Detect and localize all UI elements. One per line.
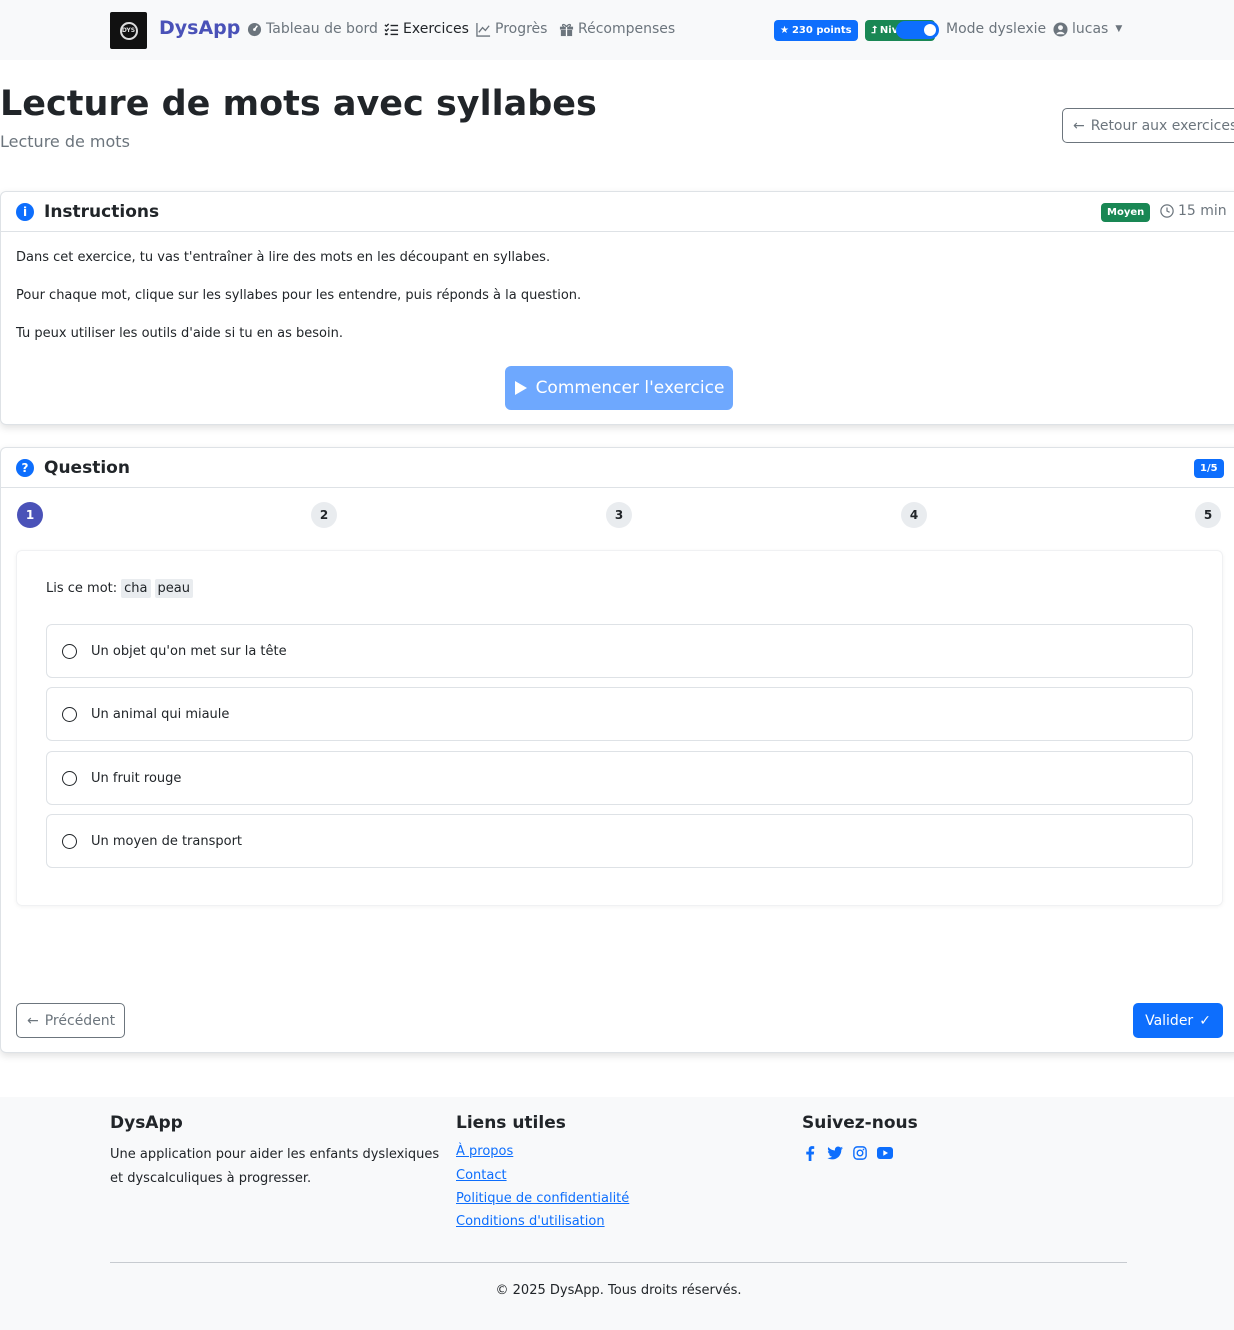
answer-option[interactable]: Un objet qu'on met sur la tête (46, 624, 1193, 678)
question-title: ? Question (16, 458, 130, 478)
brand-name[interactable]: DysApp (159, 17, 240, 39)
nav-item-label: Progrès (495, 21, 548, 37)
facebook-icon[interactable] (802, 1145, 818, 1161)
previous-button-label: Précédent (44, 1012, 116, 1029)
twitter-icon[interactable] (827, 1145, 843, 1161)
user-circle-icon (1053, 21, 1068, 37)
validate-button[interactable]: Valider ✓ (1133, 1003, 1223, 1038)
question-card-header: ? Question 1/5 (1, 448, 1234, 488)
step-3[interactable]: 3 (606, 502, 632, 528)
footer-follow-title: Suivez-nous (802, 1113, 918, 1133)
footer-link-contact[interactable]: Contact (456, 1168, 507, 1183)
page-title: Lecture de mots avec syllabes (0, 84, 597, 124)
instruction-line: Dans cet exercice, tu vas t'entraîner à … (16, 250, 551, 265)
radio-button[interactable] (62, 770, 77, 786)
dashboard-icon (247, 22, 262, 36)
instagram-icon[interactable] (852, 1145, 868, 1161)
play-icon (514, 381, 527, 395)
nav-item-rewards[interactable]: Récompenses (559, 21, 675, 37)
step-2[interactable]: 2 (311, 502, 337, 528)
duration: 15 min (1160, 203, 1227, 219)
answer-option[interactable]: Un fruit rouge (46, 751, 1193, 805)
step-5[interactable]: 5 (1195, 502, 1221, 528)
prompt-label: Lis ce mot: (46, 581, 118, 596)
social-links (802, 1145, 893, 1161)
question-title-text: Question (44, 458, 130, 478)
nav-item-label: Tableau de bord (266, 21, 378, 37)
footer-link-terms[interactable]: Conditions d'utilisation (456, 1214, 605, 1229)
instructions-title-text: Instructions (44, 202, 160, 222)
gift-icon (559, 23, 574, 36)
nav-item-progress[interactable]: Progrès (476, 21, 547, 37)
chart-line-icon (476, 22, 491, 37)
footer-link-privacy[interactable]: Politique de confidentialité (456, 1191, 629, 1206)
instruction-line: Tu peux utiliser les outils d'aide si tu… (16, 326, 343, 341)
footer: DysApp Une application pour aider les en… (0, 1097, 1234, 1330)
dyslexia-mode-label: Mode dyslexie (946, 21, 1047, 37)
instructions-title: i Instructions (16, 202, 159, 222)
validate-button-label: Valider (1145, 1012, 1194, 1029)
radio-button[interactable] (62, 833, 77, 849)
clock-icon (1160, 204, 1174, 218)
footer-link-about[interactable]: À propos (456, 1144, 513, 1159)
radio-button[interactable] (62, 706, 77, 722)
dyslexia-mode-toggle[interactable] (896, 21, 939, 39)
nav-item-dashboard[interactable]: Tableau de bord (247, 21, 378, 37)
answer-option-label: Un animal qui miaule (91, 706, 230, 722)
question-panel: Lis ce mot: cha peau Un objet qu'on met … (16, 550, 1223, 906)
check-icon: ✓ (1199, 1012, 1211, 1029)
page-subtitle: Lecture de mots (0, 132, 130, 151)
difficulty-badge: Moyen (1101, 203, 1151, 222)
user-menu[interactable]: lucas ▼ (1053, 21, 1122, 37)
answer-option[interactable]: Un moyen de transport (46, 814, 1193, 868)
level-up-icon: ⮥ (871, 25, 877, 36)
navbar: DYS DysApp Tableau de bord Exercices Pro… (0, 0, 1234, 60)
radio-button[interactable] (62, 643, 77, 659)
question-prompt: Lis ce mot: cha peau (46, 579, 193, 598)
arrow-left-icon: ← (1073, 117, 1085, 134)
star-icon: ★ (780, 25, 789, 36)
footer-about-text: Une application pour aider les enfants d… (110, 1147, 440, 1186)
instructions-card-header: i Instructions Moyen 15 min (1, 192, 1234, 232)
instruction-line: Pour chaque mot, clique sur les syllabes… (16, 288, 582, 303)
step-1[interactable]: 1 (17, 502, 43, 528)
points-value: 230 points (791, 25, 852, 36)
previous-button[interactable]: ← Précédent (16, 1003, 125, 1038)
question-card: ? Question 1/5 1 2 3 4 5 Lis ce mot: cha… (0, 447, 1234, 1053)
points-badge: ★ 230 points (774, 20, 858, 41)
nav-item-exercises[interactable]: Exercices (384, 21, 469, 37)
syllable[interactable]: cha (121, 579, 151, 598)
toggle-knob (924, 24, 936, 36)
duration-value: 15 min (1178, 203, 1227, 219)
answer-option-label: Un fruit rouge (91, 770, 182, 786)
youtube-icon[interactable] (877, 1145, 893, 1161)
back-to-exercises-button[interactable]: ← Retour aux exercices (1062, 108, 1234, 143)
step-4[interactable]: 4 (901, 502, 927, 528)
footer-divider (110, 1262, 1127, 1263)
answer-option-label: Un moyen de transport (91, 833, 243, 849)
arrow-left-icon: ← (27, 1012, 39, 1029)
start-button-label: Commencer l'exercice (535, 378, 725, 398)
answer-option-label: Un objet qu'on met sur la tête (91, 643, 287, 659)
list-check-icon (384, 22, 399, 35)
question-progress-badge: 1/5 (1194, 459, 1224, 478)
nav-item-label: Récompenses (578, 21, 676, 37)
footer-about-title: DysApp (110, 1113, 183, 1133)
info-icon: i (16, 203, 34, 221)
caret-down-icon: ▼ (1115, 24, 1123, 34)
question-circle-icon: ? (16, 459, 34, 477)
logo[interactable]: DYS (110, 12, 147, 49)
answer-option[interactable]: Un animal qui miaule (46, 687, 1193, 741)
instructions-card: i Instructions Moyen 15 min Dans cet exe… (0, 191, 1234, 425)
start-exercise-button[interactable]: Commencer l'exercice (505, 366, 733, 410)
back-button-label: Retour aux exercices (1090, 117, 1234, 134)
footer-links-title: Liens utiles (456, 1113, 566, 1133)
syllable[interactable]: peau (154, 579, 193, 598)
nav-item-label: Exercices (403, 21, 469, 37)
copyright: © 2025 DysApp. Tous droits réservés. (495, 1283, 742, 1298)
logo-mark-icon: DYS (119, 21, 138, 40)
username: lucas (1072, 21, 1109, 37)
